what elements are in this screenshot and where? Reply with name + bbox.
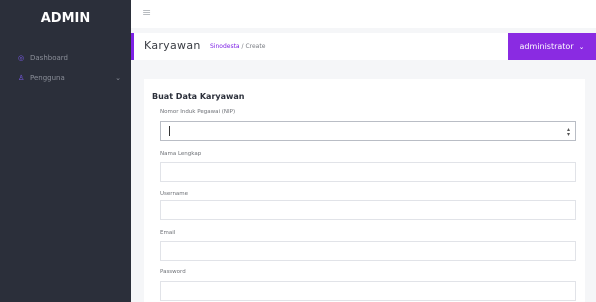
- breadcrumb-link-sinodesta[interactable]: Sinodesta: [210, 43, 240, 50]
- dashboard-icon: ◎: [18, 54, 25, 62]
- sidebar-item-dashboard[interactable]: ◎ Dashboard: [0, 48, 131, 68]
- sidebar-item-label: Pengguna: [30, 74, 65, 82]
- text-caret: [169, 126, 170, 136]
- form-card: Buat Data Karyawan Nomor Induk Pegawai (…: [144, 79, 585, 302]
- number-spinner[interactable]: ▴ ▾: [567, 127, 570, 138]
- hamburger-menu-icon[interactable]: ≡: [142, 6, 151, 19]
- chevron-down-icon: ⌄: [115, 74, 121, 82]
- nama-lengkap-field[interactable]: [160, 162, 576, 182]
- user-menu-button[interactable]: administrator ⌄: [508, 33, 596, 60]
- chevron-down-icon: ⌄: [578, 42, 585, 51]
- email-label: Email: [160, 230, 176, 236]
- topbar: ≡: [131, 0, 596, 28]
- email-field[interactable]: [160, 241, 576, 261]
- nip-label: Nomor Induk Pegawai (NIP): [160, 109, 236, 115]
- nama-lengkap-label: Nama Lengkap: [160, 151, 202, 157]
- spin-down-icon[interactable]: ▾: [567, 131, 570, 138]
- nip-field[interactable]: ▴ ▾: [160, 121, 576, 141]
- password-field[interactable]: [160, 281, 576, 301]
- user-icon: ♙: [18, 74, 25, 82]
- sidebar-item-label: Dashboard: [30, 54, 68, 62]
- breadcrumb: Sinodesta / Create: [210, 43, 265, 50]
- form-title: Buat Data Karyawan: [152, 92, 245, 101]
- breadcrumb-current: Create: [245, 43, 266, 50]
- username-label: Username: [160, 191, 189, 197]
- sidebar-item-pengguna[interactable]: ♙ Pengguna ⌄: [0, 68, 131, 88]
- main-content: ≡ Karyawan Sinodesta / Create administra…: [131, 0, 596, 302]
- page-title: Karyawan: [144, 39, 201, 52]
- brand-logo[interactable]: ADMIN: [0, 0, 131, 36]
- username-field[interactable]: [160, 200, 576, 220]
- sidebar: ADMIN ◎ Dashboard ♙ Pengguna ⌄: [0, 0, 131, 302]
- password-label: Password: [160, 269, 186, 275]
- page-header: Karyawan Sinodesta / Create administrato…: [131, 33, 596, 60]
- user-menu-label: administrator: [519, 42, 574, 51]
